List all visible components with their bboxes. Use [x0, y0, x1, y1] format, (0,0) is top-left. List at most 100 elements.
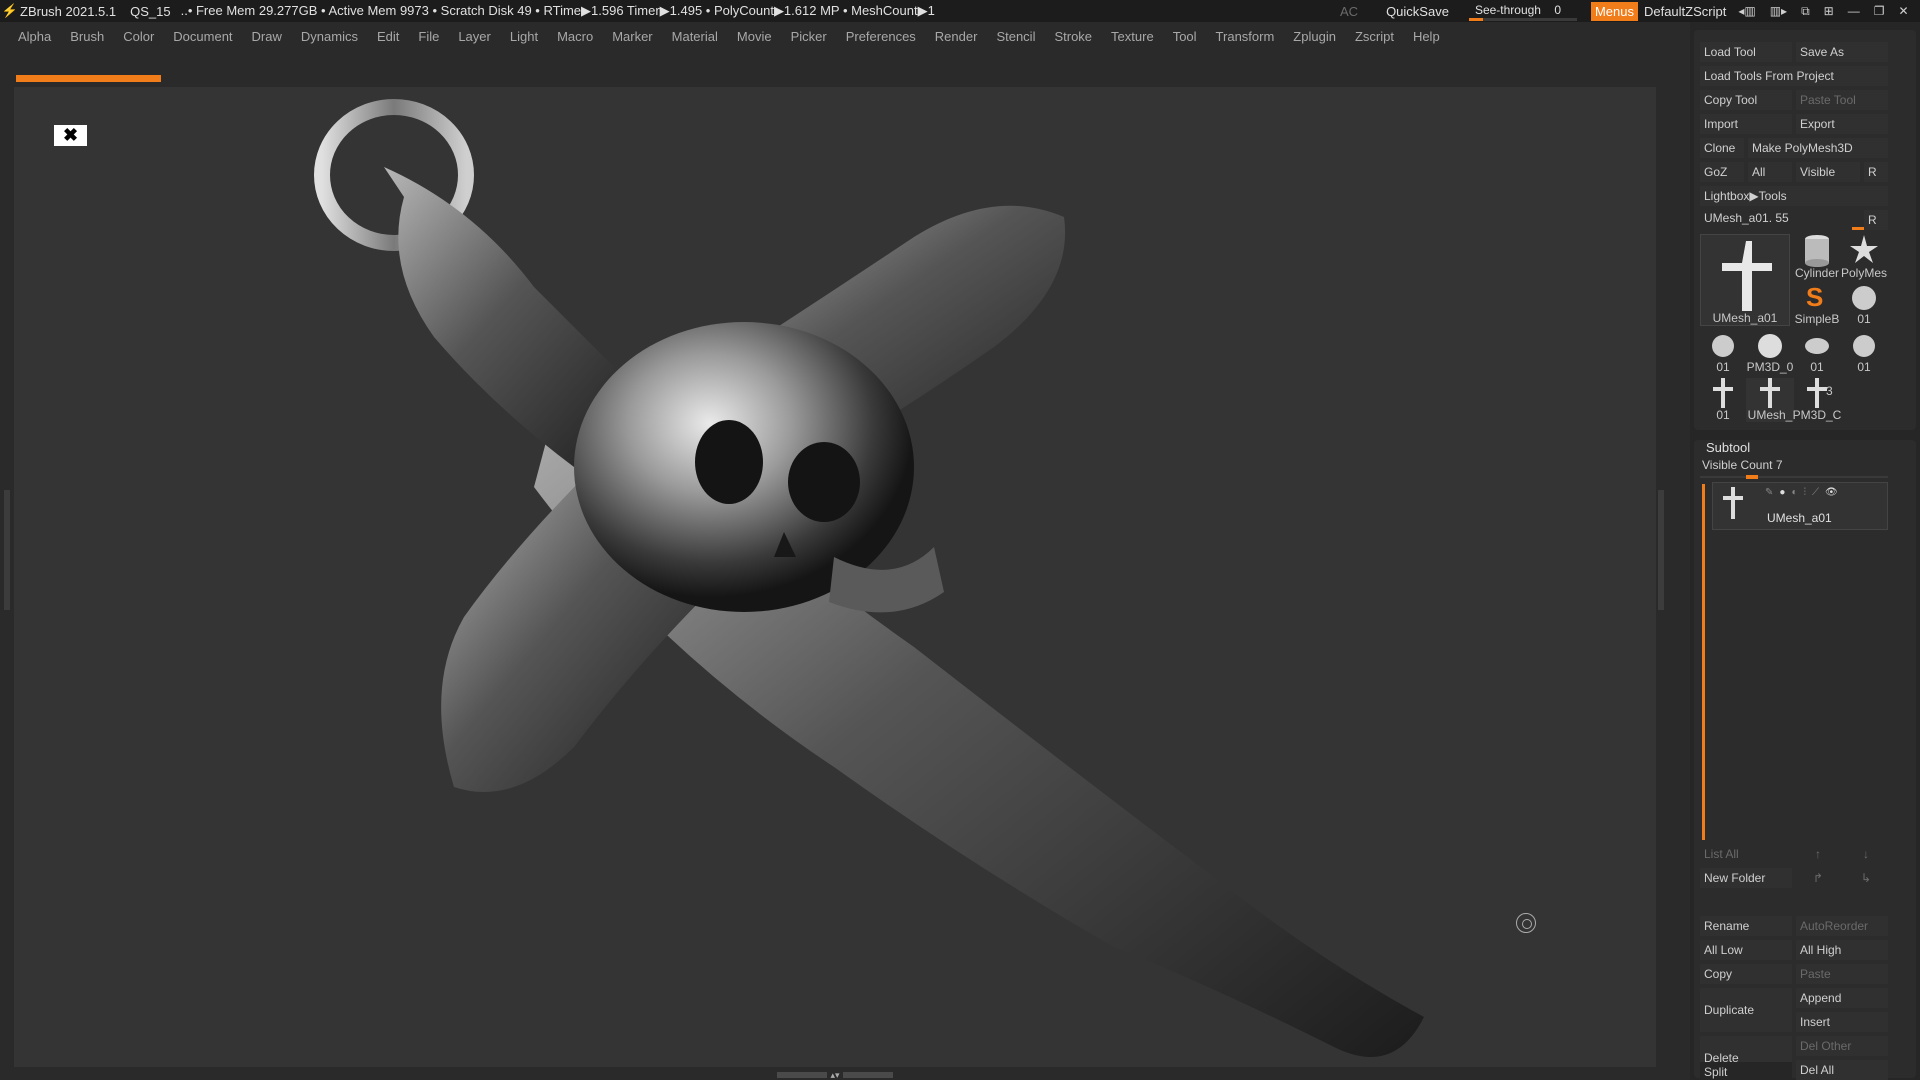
clone-button[interactable]: Clone: [1700, 138, 1744, 158]
menu-file[interactable]: File: [418, 29, 439, 44]
menu-movie[interactable]: Movie: [737, 29, 772, 44]
interface-layout-icon[interactable]: ◂▥: [1738, 4, 1755, 18]
minimize-icon[interactable]: —: [1848, 4, 1860, 18]
tool-thumb-polymesh[interactable]: PolyMes: [1840, 234, 1888, 280]
all-high-button[interactable]: All High: [1796, 940, 1888, 960]
split-button[interactable]: Split: [1700, 1062, 1792, 1080]
ac-toggle[interactable]: AC: [1340, 4, 1358, 19]
close-window-icon[interactable]: ✕: [1899, 4, 1909, 18]
bottom-tray-handle[interactable]: ▴▾: [770, 1070, 900, 1080]
new-folder-button[interactable]: New Folder: [1700, 868, 1792, 888]
pivot-icon[interactable]: [1516, 913, 1536, 933]
canvas-viewport[interactable]: ✖: [14, 87, 1656, 1067]
menu-alpha[interactable]: Alpha: [18, 29, 51, 44]
tool-thumb-umesh[interactable]: UMesh_a01: [1700, 234, 1790, 326]
subtool-title[interactable]: Subtool: [1706, 440, 1750, 455]
restore-icon[interactable]: ❐: [1874, 4, 1885, 18]
menu-marker[interactable]: Marker: [612, 29, 652, 44]
tool-r-button[interactable]: R: [1864, 210, 1888, 230]
subtool-scrollbar[interactable]: [1702, 484, 1705, 840]
tool-thumb-01-d[interactable]: 01: [1840, 330, 1888, 374]
move-up-icon[interactable]: ↑: [1796, 844, 1840, 864]
autoreorder-button[interactable]: AutoReorder: [1796, 916, 1888, 936]
dynamic-icon[interactable]: ⟋: [1812, 487, 1819, 498]
menu-color[interactable]: Color: [123, 29, 154, 44]
load-tools-from-project-button[interactable]: Load Tools From Project: [1700, 66, 1888, 86]
menu-zplugin[interactable]: Zplugin: [1293, 29, 1336, 44]
menu-stencil[interactable]: Stencil: [996, 29, 1035, 44]
seethrough-slider[interactable]: See-through 0: [1468, 1, 1577, 21]
folder-out-icon[interactable]: ↳: [1844, 868, 1888, 888]
tool-thumb-pm3d[interactable]: PM3D_0: [1746, 330, 1794, 374]
export-button[interactable]: Export: [1796, 114, 1888, 134]
menu-edit[interactable]: Edit: [377, 29, 399, 44]
menu-layer[interactable]: Layer: [458, 29, 491, 44]
folder-in-icon[interactable]: ↱: [1796, 868, 1840, 888]
right-tray-handle[interactable]: [1658, 490, 1664, 610]
menu-render[interactable]: Render: [935, 29, 978, 44]
goz-button[interactable]: GoZ: [1700, 162, 1744, 182]
tool-thumb-01-c[interactable]: 01: [1794, 330, 1840, 374]
default-zscript-button[interactable]: DefaultZScript: [1644, 4, 1726, 19]
rename-button[interactable]: Rename: [1700, 916, 1792, 936]
tool-thumb-pm3d-c[interactable]: 3 PM3D_C: [1793, 378, 1841, 422]
menu-tool[interactable]: Tool: [1173, 29, 1197, 44]
menu-light[interactable]: Light: [510, 29, 538, 44]
lock-icon[interactable]: ⫶: [1803, 487, 1806, 498]
goz-r-button[interactable]: R: [1864, 162, 1888, 182]
quicksave-button[interactable]: QuickSave: [1386, 4, 1449, 19]
subtool-item[interactable]: ✎ ● ◐ ⫶ ⟋ 👁 UMesh_a01: [1712, 482, 1888, 530]
menu-picker[interactable]: Picker: [791, 29, 827, 44]
eye-icon[interactable]: 👁: [1825, 487, 1838, 498]
menu-transform[interactable]: Transform: [1216, 29, 1275, 44]
polypaint-icon[interactable]: ●: [1779, 487, 1785, 498]
material-icon[interactable]: ◐: [1791, 487, 1797, 498]
left-tray-handle[interactable]: [4, 490, 10, 610]
del-all-button[interactable]: Del All: [1796, 1060, 1888, 1080]
goz-all-button[interactable]: All: [1748, 162, 1792, 182]
tool-thumb-cylinder[interactable]: Cylinder: [1794, 234, 1840, 280]
close-icon[interactable]: ✖: [54, 125, 87, 146]
make-polymesh-button[interactable]: Make PolyMesh3D: [1748, 138, 1888, 158]
menu-help[interactable]: Help: [1413, 29, 1440, 44]
zbrush-logo-icon: ⚡: [1, 3, 19, 18]
insert-button[interactable]: Insert: [1796, 1012, 1888, 1032]
menu-zscript[interactable]: Zscript: [1355, 29, 1394, 44]
menu-brush[interactable]: Brush: [70, 29, 104, 44]
paste-subtool-button[interactable]: Paste: [1796, 964, 1888, 984]
menus-button[interactable]: Menus: [1590, 1, 1638, 21]
menu-macro[interactable]: Macro: [557, 29, 593, 44]
goz-visible-button[interactable]: Visible: [1796, 162, 1860, 182]
paste-tool-button[interactable]: Paste Tool: [1796, 90, 1888, 110]
append-button[interactable]: Append: [1796, 988, 1888, 1008]
import-button[interactable]: Import: [1700, 114, 1792, 134]
menu-dynamics[interactable]: Dynamics: [301, 29, 358, 44]
tool-thumb-01-b[interactable]: 01: [1700, 330, 1746, 374]
visible-count-slider[interactable]: Visible Count 7: [1700, 458, 1888, 478]
list-all-button[interactable]: List All: [1700, 844, 1792, 864]
move-down-icon[interactable]: ↓: [1844, 844, 1888, 864]
window-tile-icon[interactable]: ⊞: [1824, 4, 1834, 18]
menu-texture[interactable]: Texture: [1111, 29, 1154, 44]
tool-thumb-01-e[interactable]: 01: [1700, 378, 1746, 422]
tool-thumb-umesh-2[interactable]: UMesh_: [1746, 378, 1794, 422]
current-tool-slider[interactable]: UMesh_a01. 55: [1700, 208, 1860, 228]
menu-draw[interactable]: Draw: [252, 29, 282, 44]
menu-preferences[interactable]: Preferences: [846, 29, 916, 44]
all-low-button[interactable]: All Low: [1700, 940, 1792, 960]
save-as-button[interactable]: Save As: [1796, 42, 1888, 62]
lightbox-tools-button[interactable]: Lightbox▶Tools: [1700, 186, 1888, 206]
del-other-button[interactable]: Del Other: [1796, 1036, 1888, 1056]
copy-subtool-button[interactable]: Copy: [1700, 964, 1792, 984]
menu-document[interactable]: Document: [173, 29, 232, 44]
duplicate-button[interactable]: Duplicate: [1700, 988, 1792, 1032]
palette-layout-icon[interactable]: ▥▸: [1770, 4, 1787, 18]
window-layout-icon[interactable]: ⧉: [1801, 4, 1810, 19]
copy-tool-button[interactable]: Copy Tool: [1700, 90, 1792, 110]
menu-material[interactable]: Material: [672, 29, 718, 44]
brush-icon[interactable]: ✎: [1765, 487, 1773, 498]
tool-thumb-01-a[interactable]: 01: [1840, 282, 1888, 326]
tool-thumb-simpleb[interactable]: S SimpleB: [1794, 282, 1840, 326]
menu-stroke[interactable]: Stroke: [1054, 29, 1092, 44]
load-tool-button[interactable]: Load Tool: [1700, 42, 1792, 62]
